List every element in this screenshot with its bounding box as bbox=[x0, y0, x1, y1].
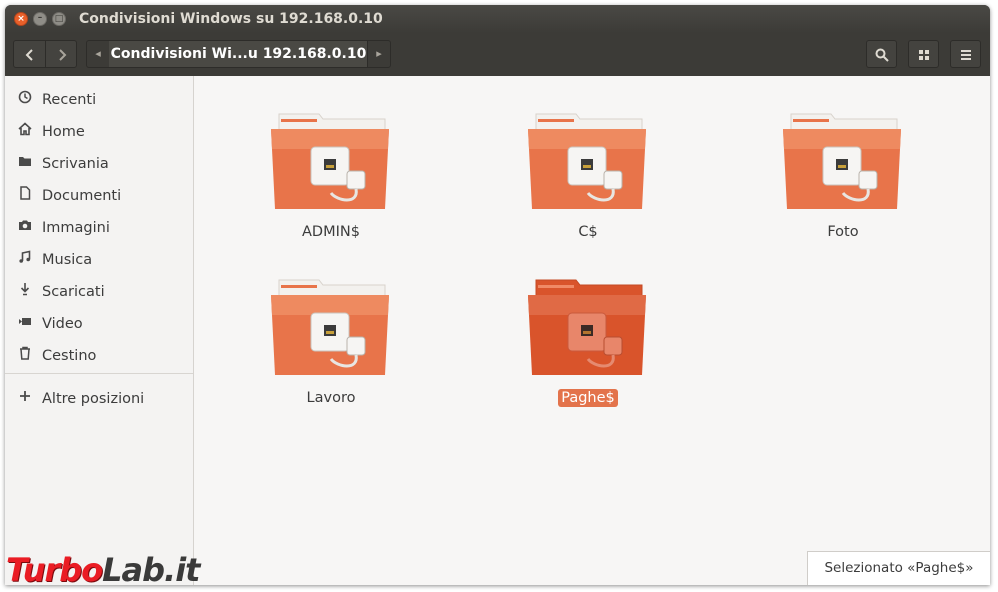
item-name: Lavoro bbox=[306, 390, 356, 406]
sidebar-item-cestino[interactable]: Cestino bbox=[5, 340, 193, 372]
selection-status: Selezionato «Paghe$» bbox=[807, 551, 990, 585]
folder-icon bbox=[16, 148, 34, 180]
plus-icon bbox=[16, 383, 34, 415]
sidebar-item-immagini[interactable]: Immagini bbox=[5, 212, 193, 244]
app-menu-button[interactable] bbox=[950, 40, 981, 68]
chevron-left-icon bbox=[25, 48, 33, 61]
sidebar-item-home[interactable]: Home bbox=[5, 116, 193, 148]
sidebar-item-label: Recenti bbox=[42, 92, 97, 108]
network-folder-icon bbox=[528, 279, 646, 375]
camera-icon bbox=[16, 212, 34, 244]
sidebar-item-musica[interactable]: Musica bbox=[5, 244, 193, 276]
sidebar-item-scrivania[interactable]: Scrivania bbox=[5, 148, 193, 180]
sidebar-item-label: Documenti bbox=[42, 188, 122, 204]
sidebar: Recenti Home Scrivania Documenti Immagin… bbox=[5, 76, 194, 585]
network-folder-icon bbox=[271, 279, 389, 375]
music-note-icon bbox=[16, 244, 34, 276]
path-segment-current[interactable]: Condivisioni Wi...u 192.168.0.10 bbox=[109, 41, 368, 67]
maximize-window-button[interactable]: □ bbox=[52, 12, 66, 26]
sidebar-item-label: Scaricati bbox=[42, 284, 105, 300]
network-share-item[interactable]: ADMIN$ bbox=[251, 109, 411, 259]
hamburger-menu-icon bbox=[960, 49, 971, 60]
navigation-buttons bbox=[13, 40, 77, 68]
close-window-button[interactable]: × bbox=[14, 12, 28, 26]
file-manager-window: × – □ Condivisioni Windows su 192.168.0.… bbox=[5, 5, 990, 585]
network-share-item[interactable]: Lavoro bbox=[251, 275, 411, 425]
sidebar-divider bbox=[5, 373, 193, 374]
forward-button[interactable] bbox=[46, 41, 77, 67]
sidebar-item-label: Home bbox=[42, 124, 85, 140]
sidebar-item-recenti[interactable]: Recenti bbox=[5, 84, 193, 116]
network-share-item[interactable]: C$ bbox=[508, 109, 668, 259]
minimize-window-button[interactable]: – bbox=[33, 12, 47, 26]
back-button[interactable] bbox=[14, 41, 46, 67]
network-share-item[interactable]: Foto bbox=[763, 109, 923, 259]
sidebar-item-label: Video bbox=[42, 316, 83, 332]
view-mode-button[interactable] bbox=[908, 40, 939, 68]
network-folder-icon bbox=[783, 113, 901, 209]
chevron-right-icon bbox=[58, 48, 66, 61]
network-folder-icon bbox=[271, 113, 389, 209]
network-share-item-selected[interactable]: Paghe$ bbox=[508, 275, 668, 425]
turbolab-watermark: TurboLab.it bbox=[6, 551, 200, 589]
document-icon bbox=[16, 180, 34, 212]
path-bar: ◂ Condivisioni Wi...u 192.168.0.10 ▸ bbox=[86, 40, 391, 68]
title-bar: × – □ Condivisioni Windows su 192.168.0.… bbox=[5, 5, 990, 33]
item-name: C$ bbox=[578, 224, 598, 240]
sidebar-item-label: Altre posizioni bbox=[42, 391, 145, 407]
file-view: ADMIN$ C$ Foto Lavoro Paghe$ bbox=[194, 76, 990, 585]
sidebar-item-documenti[interactable]: Documenti bbox=[5, 180, 193, 212]
item-name: Paghe$ bbox=[508, 389, 668, 407]
item-name: ADMIN$ bbox=[302, 224, 360, 240]
sidebar-item-altre-posizioni[interactable]: Altre posizioni bbox=[5, 383, 193, 415]
sidebar-item-label: Cestino bbox=[42, 348, 97, 364]
path-scroll-left-button[interactable]: ◂ bbox=[87, 41, 110, 67]
path-scroll-right-button[interactable]: ▸ bbox=[367, 41, 390, 67]
grid-view-icon bbox=[918, 49, 929, 60]
trash-icon bbox=[16, 340, 34, 372]
toolbar: ◂ Condivisioni Wi...u 192.168.0.10 ▸ bbox=[5, 33, 990, 76]
network-folder-icon bbox=[528, 113, 646, 209]
window-title: Condivisioni Windows su 192.168.0.10 bbox=[79, 11, 383, 27]
sidebar-item-label: Scrivania bbox=[42, 156, 109, 172]
search-button[interactable] bbox=[866, 40, 897, 68]
sidebar-item-label: Musica bbox=[42, 252, 93, 268]
sidebar-item-scaricati[interactable]: Scaricati bbox=[5, 276, 193, 308]
sidebar-item-label: Immagini bbox=[42, 220, 110, 236]
home-icon bbox=[16, 116, 34, 148]
sidebar-item-video[interactable]: Video bbox=[5, 308, 193, 340]
video-camera-icon bbox=[16, 308, 34, 340]
item-name: Foto bbox=[827, 224, 859, 240]
download-icon bbox=[16, 276, 34, 308]
search-icon bbox=[875, 48, 889, 62]
clock-icon bbox=[16, 84, 34, 116]
